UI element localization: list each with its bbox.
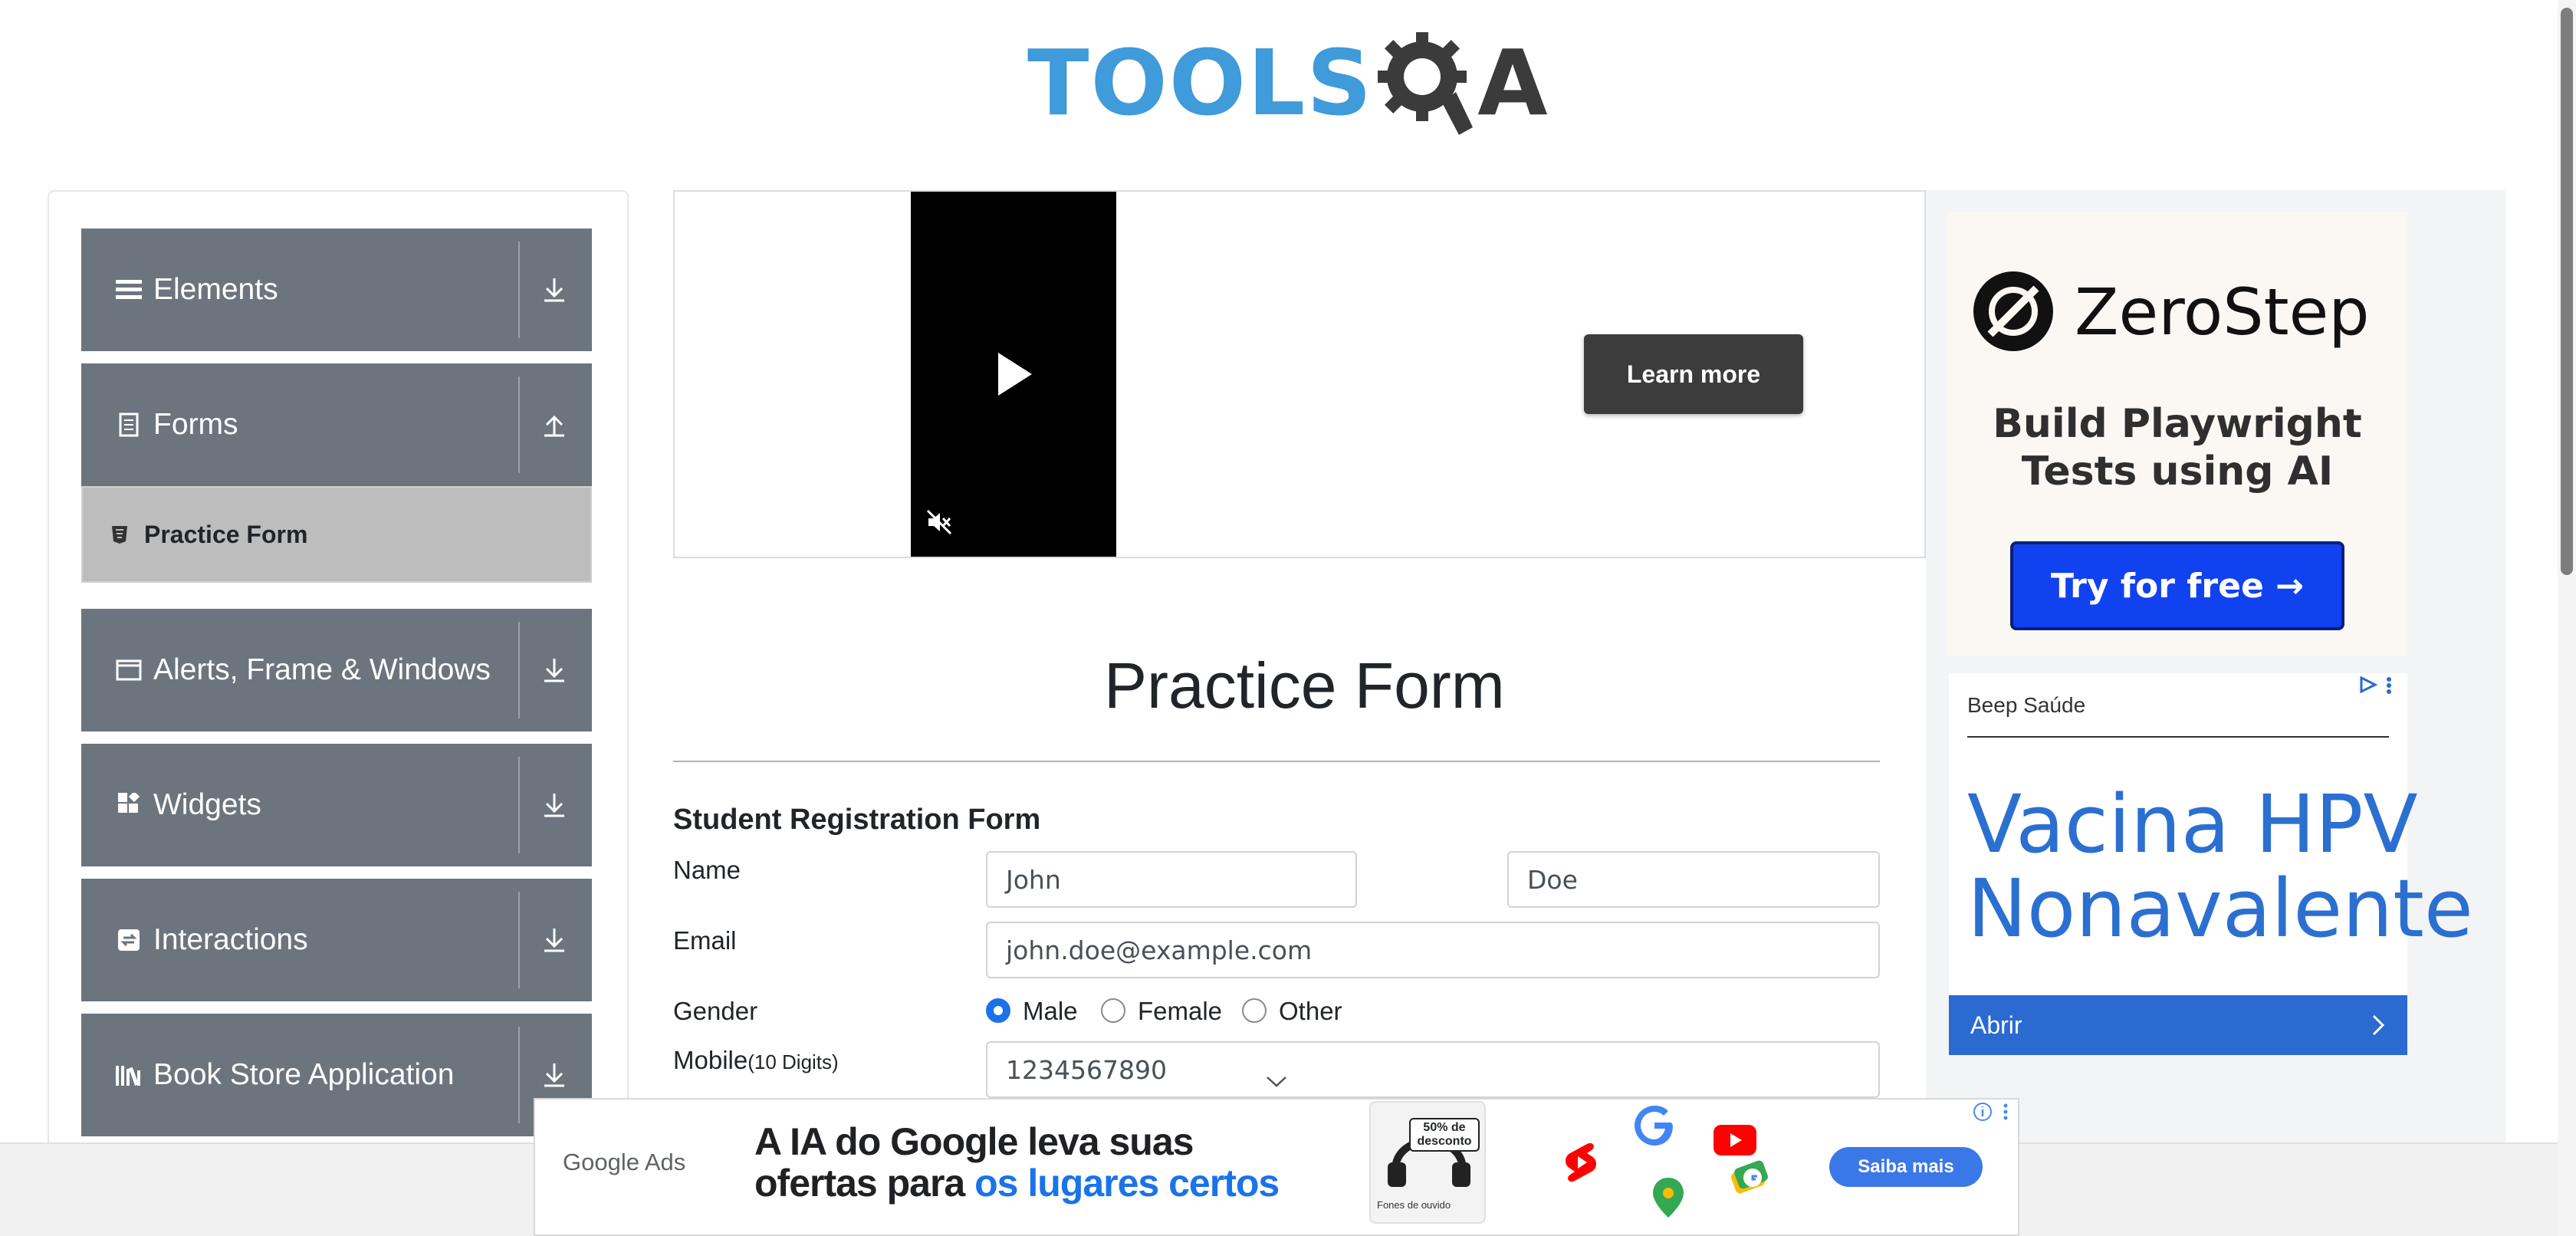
sidebar-group-forms[interactable]: Forms xyxy=(81,363,592,486)
gender-female-radio[interactable] xyxy=(1101,998,1125,1023)
ad-choices-icon[interactable] xyxy=(2358,673,2397,696)
expand-icon[interactable] xyxy=(543,277,566,303)
google-ads-brand: Google Ads xyxy=(563,1149,686,1175)
youtube-shorts-icon xyxy=(1566,1142,1596,1182)
zerostep-tagline-line1: Build Playwright xyxy=(1993,401,2362,447)
sidebar-group-book-store[interactable]: Book Store Application xyxy=(81,1014,592,1136)
chevron-down-icon xyxy=(1267,1077,1286,1087)
sidebar-group-label: Elements xyxy=(153,273,278,306)
expand-icon[interactable] xyxy=(543,927,566,953)
last-name-input[interactable]: Doe xyxy=(1507,851,1880,908)
logo-tools-text: TOOLS xyxy=(1027,30,1374,136)
abrir-button[interactable]: Abrir xyxy=(1949,995,2407,1055)
sidebar-group-label: Forms xyxy=(153,408,238,441)
document-icon xyxy=(104,413,153,437)
google-ads-headline: A IA do Google leva suas ofertas para os… xyxy=(754,1120,1280,1205)
interactions-icon xyxy=(104,929,153,952)
window-icon xyxy=(104,659,153,682)
email-input[interactable]: john.doe@example.com xyxy=(986,922,1880,978)
discount-badge: 50% de desconto xyxy=(1409,1118,1480,1152)
sidebar-group-label: Interactions xyxy=(153,923,308,956)
mobile-input[interactable]: 1234567890 xyxy=(986,1041,1880,1098)
beep-headline-line1: Vacina HPV xyxy=(1967,777,2418,871)
divider xyxy=(518,376,520,473)
muted-speaker-icon[interactable] xyxy=(926,509,952,535)
maps-pin-icon xyxy=(1653,1178,1684,1218)
gender-other-label[interactable]: Other xyxy=(1279,997,1342,1026)
chevron-right-icon xyxy=(2372,1014,2385,1036)
gender-other-radio[interactable] xyxy=(1242,998,1267,1023)
divider xyxy=(518,1027,520,1123)
collapse-icon[interactable] xyxy=(543,412,566,438)
promo-caption: Fones de ouvido xyxy=(1377,1199,1451,1211)
widgets-icon xyxy=(104,793,153,817)
logo-a-text: A xyxy=(1477,30,1549,136)
divider xyxy=(518,892,520,988)
sidebar-group-label: Alerts, Frame & Windows xyxy=(153,653,491,686)
divider xyxy=(518,242,520,338)
headline-prefix: ofertas para xyxy=(754,1162,975,1205)
google-g-icon xyxy=(1635,1106,1673,1146)
books-icon xyxy=(104,1063,153,1087)
youtube-icon xyxy=(1714,1125,1756,1155)
gender-male-label[interactable]: Male xyxy=(1023,997,1078,1026)
saiba-mais-button[interactable]: Saiba mais xyxy=(1829,1147,1983,1187)
expand-icon[interactable] xyxy=(543,657,566,683)
zerostep-tagline-line2: Tests using AI xyxy=(2021,449,2334,495)
zerostep-tagline: Build Playwright Tests using AI xyxy=(1963,400,2392,495)
sidebar-group-alerts[interactable]: Alerts, Frame & Windows xyxy=(81,609,592,731)
expand-icon[interactable] xyxy=(543,1062,566,1088)
sidebar-item-label: Practice Form xyxy=(144,520,308,548)
zerostep-logo-icon xyxy=(1973,271,2053,351)
page-title: Practice Form xyxy=(1104,649,1505,722)
headphones-promo: 50% de desconto Fones de ouvido xyxy=(1369,1101,1486,1224)
beep-headline-line2: Nonavalente xyxy=(1967,862,2473,955)
divider xyxy=(673,761,1880,762)
beep-advertiser: Beep Saúde xyxy=(1967,693,2086,717)
menu-icon xyxy=(104,278,153,301)
learn-more-button[interactable]: Learn more xyxy=(1584,334,1803,414)
play-icon[interactable] xyxy=(995,351,1033,397)
mobile-hint: (10 Digits) xyxy=(748,1050,839,1073)
beep-headline: Vacina HPV Nonavalente xyxy=(1967,782,2473,951)
divider xyxy=(518,757,520,853)
sidebar-group-label: Book Store Application xyxy=(153,1058,455,1091)
video-player[interactable] xyxy=(911,192,1116,557)
gender-label: Gender xyxy=(673,997,758,1025)
scrollbar-thumb[interactable] xyxy=(2561,8,2573,575)
sidebar-group-interactions[interactable]: Interactions xyxy=(81,879,592,1001)
ad-info-icon[interactable] xyxy=(1972,1101,2013,1123)
google-ads-headline-line2: ofertas para os lugares certos xyxy=(754,1162,1280,1205)
google-ads-headline-line1: A IA do Google leva suas xyxy=(754,1120,1194,1163)
sidebar-group-elements[interactable]: Elements xyxy=(81,228,592,351)
logo-qa-text: A xyxy=(1373,29,1549,136)
zerostep-brand: ZeroStep xyxy=(2075,274,2370,350)
mobile-label-text: Mobile xyxy=(673,1046,748,1074)
gender-female-label[interactable]: Female xyxy=(1138,997,1222,1026)
gear-icon xyxy=(1378,32,1474,135)
html5-icon xyxy=(106,524,133,544)
google-pay-icon xyxy=(1731,1160,1768,1194)
sidebar-group-widgets[interactable]: Widgets xyxy=(81,744,592,866)
sidebar-item-practice-form[interactable]: Practice Form xyxy=(81,486,592,583)
gender-male-radio[interactable] xyxy=(986,998,1010,1023)
headline-highlight: os lugares certos xyxy=(974,1162,1280,1205)
name-label: Name xyxy=(673,856,741,884)
email-label: Email xyxy=(673,926,737,955)
mobile-label: Mobile(10 Digits) xyxy=(673,1046,839,1075)
divider xyxy=(1967,736,2389,738)
try-for-free-button[interactable]: Try for free → xyxy=(2010,541,2344,630)
first-name-input[interactable]: John xyxy=(986,851,1357,908)
toolsqa-logo[interactable]: TOOLS A xyxy=(1027,21,1548,144)
sidebar-group-label: Widgets xyxy=(153,788,261,821)
abrir-label: Abrir xyxy=(1970,1011,2022,1039)
expand-icon[interactable] xyxy=(543,792,566,818)
form-section-title: Student Registration Form xyxy=(673,804,1041,836)
divider xyxy=(518,622,520,718)
